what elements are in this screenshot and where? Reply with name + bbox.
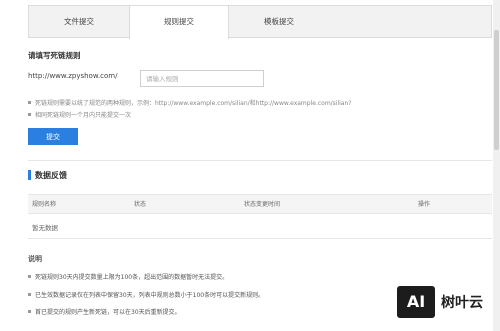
tab-bar: 文件提交 规则提交 模板提交 — [28, 5, 492, 39]
bullet-icon — [28, 101, 31, 104]
column-header-status: 状态 — [134, 201, 147, 208]
rule-input[interactable] — [140, 70, 264, 87]
explanation-title: 说明 — [28, 255, 42, 263]
logo-text: 树叶云 — [441, 295, 483, 311]
logo-badge: AI — [397, 286, 435, 318]
tab-file-submit[interactable]: 文件提交 — [29, 6, 129, 38]
table-header: 规则名称 状态 状态变更时间 操作 — [28, 194, 492, 214]
explanation-item: 已生效数据记录仅在列表中保留30天，列表中规则总数小于100条时可以提交新规则。 — [28, 290, 264, 299]
form-note: 相同死链规则一个月内只能提交一次 — [28, 110, 131, 119]
bullet-icon — [28, 113, 31, 116]
bullet-icon — [28, 275, 31, 278]
form-note-text: 相同死链规则一个月内只能提交一次 — [35, 112, 132, 119]
submit-button[interactable]: 提交 — [28, 128, 78, 145]
column-header-status-time: 状态变更时间 — [244, 201, 281, 208]
tab-rule-submit[interactable]: 规则提交 — [129, 6, 229, 39]
explanation-item: 死链规则30天内提交数量上限为100条，超出范围的数据暂时无法提交。 — [28, 272, 228, 281]
form-note-text: 死链规则需要以统了规范的两种规则，示例：http://www.example.c… — [35, 100, 352, 107]
form-note: 死链规则需要以统了规范的两种规则，示例：http://www.example.c… — [28, 98, 351, 107]
section-marker — [28, 170, 31, 180]
section-divider — [28, 160, 492, 161]
column-header-rule-name: 规则名称 — [32, 201, 57, 208]
bullet-icon — [28, 293, 31, 296]
page-content: 文件提交 规则提交 模板提交 请填写死链规则 http://www.zpysho… — [28, 0, 492, 331]
url-prefix: http://www.zpyshow.com/ — [28, 72, 118, 80]
explanation-item-text: 死链规则30天内提交数量上限为100条，超出范围的数据暂时无法提交。 — [35, 274, 229, 281]
column-header-actions: 操作 — [418, 201, 431, 208]
explanation-item-text: 已生效数据记录仅在列表中保留30天，列表中规则总数小于100条时可以提交新规则。 — [35, 292, 265, 299]
vertical-scrollbar[interactable] — [493, 0, 500, 331]
empty-state-text: 暂无数据 — [32, 224, 58, 232]
bullet-icon — [28, 310, 31, 313]
table-divider — [28, 238, 492, 239]
watermark-logo: AI 树叶云 — [397, 284, 497, 324]
form-title: 请填写死链规则 — [28, 51, 81, 60]
explanation-item: 首已提交的规则产生新死链，可以在30天后重新提交。 — [28, 307, 181, 316]
explanation-item-text: 首已提交的规则产生新死链，可以在30天后重新提交。 — [35, 309, 181, 316]
feedback-title: 数据反馈 — [35, 171, 67, 180]
tab-template-submit[interactable]: 模板提交 — [229, 6, 329, 38]
scrollbar-thumb[interactable] — [494, 30, 499, 150]
